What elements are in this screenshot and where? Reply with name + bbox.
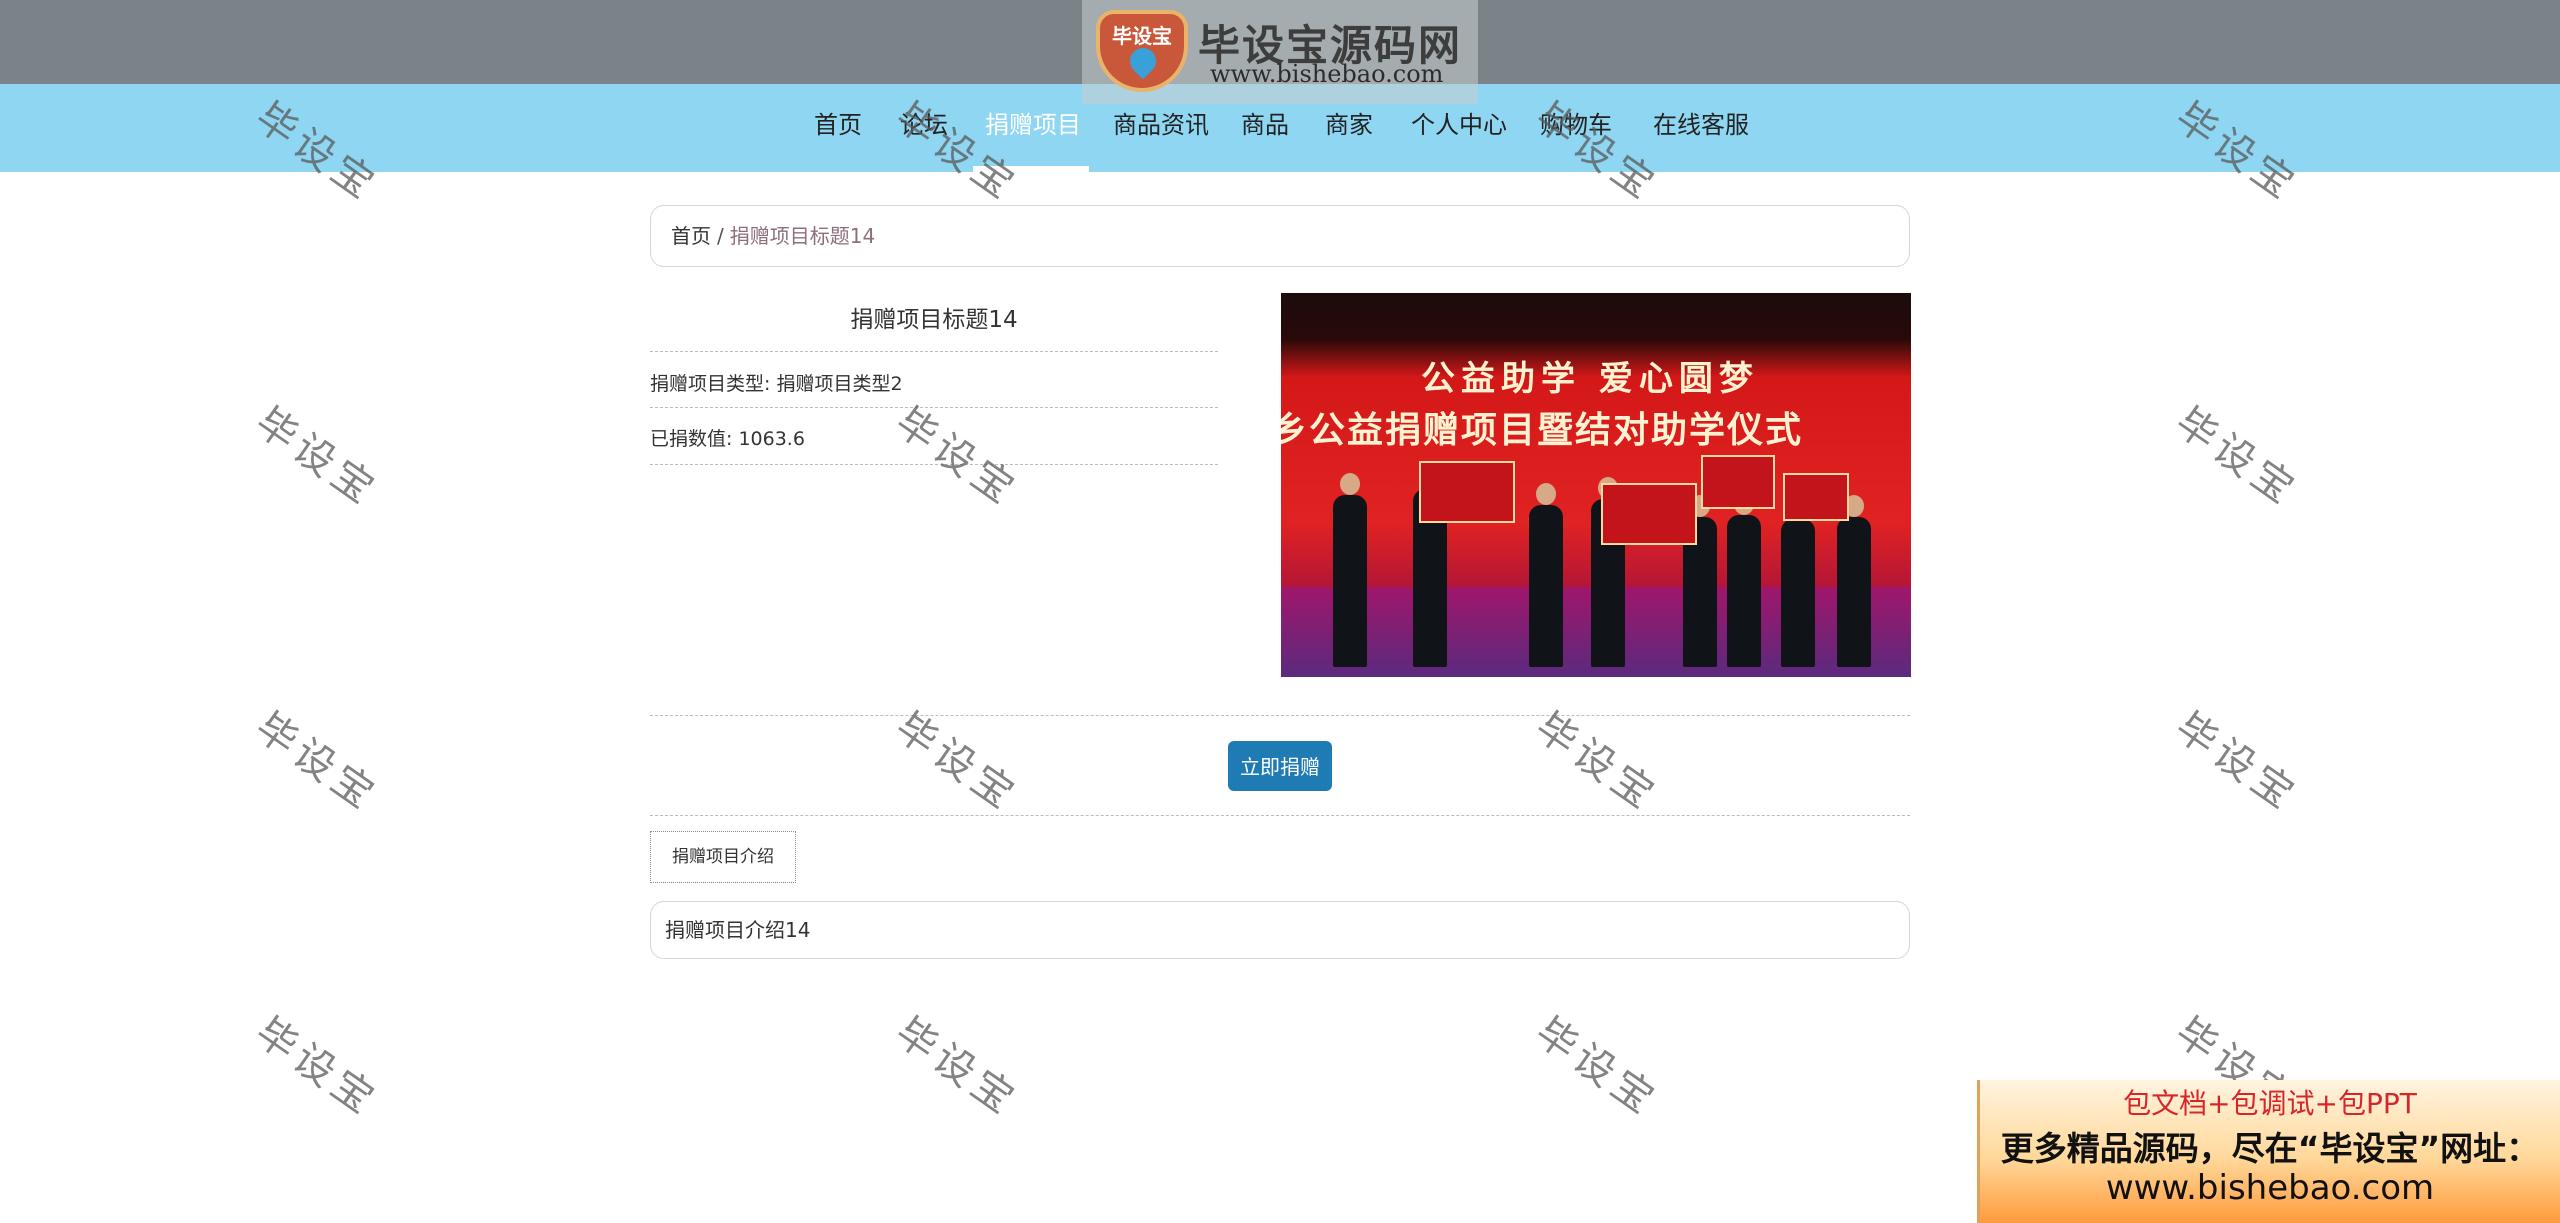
- watermark-text: 毕设宝: [246, 1008, 387, 1126]
- promo-banner[interactable]: 包文档+包调试+包PPT 更多精品源码，尽在“毕设宝”网址： www.bishe…: [1977, 1080, 2560, 1223]
- nav-item-forum[interactable]: 论坛: [900, 84, 948, 172]
- photo-banner-line1: 公益助学 爱心圆梦: [1421, 359, 1759, 399]
- watermark-text: 毕设宝: [246, 703, 387, 821]
- photo-person: [1727, 493, 1761, 667]
- photo-donation-sign: [1701, 455, 1775, 509]
- photo-donation-sign: [1783, 473, 1849, 521]
- watermark-text: 毕设宝: [2166, 703, 2307, 821]
- photo-person: [1333, 473, 1367, 667]
- divider: [650, 351, 1218, 352]
- logo-badge-text: 毕设宝: [1112, 24, 1172, 48]
- photo-banner-line2: 乡公益捐赠项目暨结对助学仪式: [1281, 410, 1804, 451]
- nav-item-shopping-cart[interactable]: 购物车: [1540, 84, 1612, 172]
- project-intro-content: 捐赠项目介绍14: [650, 901, 1910, 959]
- photo-person: [1837, 495, 1871, 667]
- breadcrumb: 首页 / 捐赠项目标题14: [650, 205, 1910, 267]
- promo-line-1: 包文档+包调试+包PPT: [2123, 1087, 2417, 1120]
- site-logo[interactable]: 毕设宝 毕设宝源码网 www.bishebao.com: [1082, 0, 1478, 104]
- divider: [650, 715, 1910, 716]
- photo-donation-sign: [1419, 461, 1515, 523]
- divider: [650, 464, 1218, 465]
- donated-amount-field: 已捐数值: 1063.6: [650, 428, 805, 450]
- nav-item-donation-projects[interactable]: 捐赠项目: [985, 84, 1081, 172]
- logo-badge-icon: 毕设宝: [1096, 10, 1188, 92]
- logo-url: www.bishebao.com: [1210, 60, 1444, 88]
- watermark-text: 毕设宝: [2166, 398, 2307, 516]
- watermark-text: 毕设宝: [1526, 1008, 1667, 1126]
- project-type-field: 捐赠项目类型: 捐赠项目类型2: [650, 373, 903, 395]
- project-photo: 公益助学 爱心圆梦 乡公益捐赠项目暨结对助学仪式: [1281, 293, 1911, 677]
- nav-item-online-service[interactable]: 在线客服: [1653, 84, 1749, 172]
- promo-line-2: 更多精品源码，尽在“毕设宝”网址：: [2000, 1129, 2540, 1168]
- divider: [650, 407, 1218, 408]
- tab-project-intro[interactable]: 捐赠项目介绍: [650, 831, 796, 883]
- photo-person: [1529, 483, 1563, 667]
- photo-person: [1781, 497, 1815, 667]
- promo-url: www.bishebao.com: [2105, 1168, 2435, 1208]
- photo-donation-sign: [1601, 483, 1697, 545]
- watermark-text: 毕设宝: [246, 398, 387, 516]
- divider: [650, 815, 1910, 816]
- breadcrumb-current: 捐赠项目标题14: [729, 224, 876, 248]
- project-title: 捐赠项目标题14: [850, 307, 1018, 333]
- breadcrumb-separator: /: [717, 224, 724, 248]
- donate-now-button[interactable]: 立即捐赠: [1228, 741, 1332, 791]
- breadcrumb-home-link[interactable]: 首页: [671, 224, 711, 248]
- nav-item-home[interactable]: 首页: [814, 84, 862, 172]
- nav-active-indicator: [973, 166, 1089, 172]
- watermark-text: 毕设宝: [886, 1008, 1027, 1126]
- watermark-text: 毕设宝: [886, 398, 1027, 516]
